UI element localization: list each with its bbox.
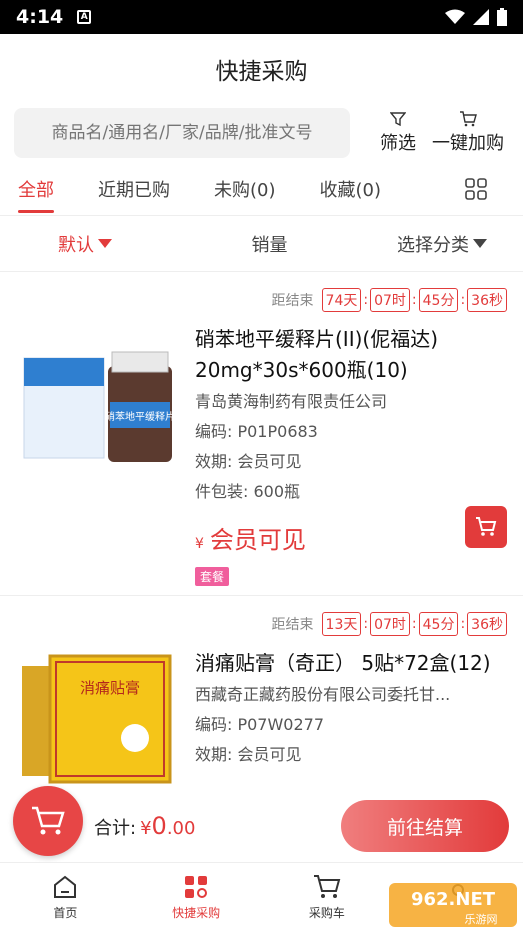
amount-integer: 0 (151, 812, 167, 840)
countdown-hours: 07时 (370, 288, 410, 312)
signal-icon (473, 9, 489, 25)
countdown-seconds: 36秒 (467, 288, 507, 312)
countdown: 距结束 74天: 07时: 45分: 36秒 (195, 272, 523, 312)
product-expiry: 效期: 会员可见 (195, 452, 302, 471)
sort-sales[interactable]: 销量 (252, 231, 288, 257)
sort-sales-label: 销量 (251, 234, 288, 256)
product-card[interactable]: 消痛贴膏 距结束 13天: 07时: 45分: 36秒 消痛贴膏（奇正） 5贴*… (0, 596, 523, 806)
product-code: 编码: P07W0277 (195, 715, 325, 734)
product-name[interactable]: 硝苯地平缓释片(II)(伲福达) 20mg*30s*600瓶(10) (195, 324, 523, 386)
quick-purchase-icon (185, 875, 208, 898)
cart-icon (476, 517, 497, 536)
product-image-label: 硝苯地平缓释片 (105, 410, 175, 423)
tab-all[interactable]: 全部 (18, 162, 54, 216)
product-image-label: 消痛贴膏 (80, 679, 140, 697)
price-symbol: ¥ (195, 536, 204, 552)
notification-a-icon: A (77, 10, 92, 24)
countdown-hours: 07时 (370, 612, 410, 636)
nav-home-label: 首页 (53, 905, 78, 920)
category-select[interactable]: 选择分类 (397, 231, 487, 257)
quick-add-label: 一键加购 (432, 133, 504, 154)
bottom-nav: 首页 快捷采购 采购车 962.NET 乐游网 (0, 862, 523, 931)
countdown-label: 距结束 (271, 293, 314, 309)
sort-row: 默认 销量 选择分类 (0, 216, 523, 272)
status-time: 4:14 (16, 6, 64, 28)
product-company: 西藏奇正藏药股份有限公司委托甘... (195, 685, 451, 704)
currency-symbol: ¥ (140, 818, 152, 839)
sort-default-label: 默认 (58, 234, 94, 256)
nav-quick-purchase[interactable]: 快捷采购 (131, 863, 262, 931)
product-company: 青岛黄海制药有限责任公司 (195, 392, 388, 411)
status-icons (445, 8, 507, 26)
checkout-bar: 合计: ¥0.00 前往结算 (0, 786, 523, 862)
quick-add-button[interactable]: 一键加购 (432, 111, 504, 155)
watermark-logo: 962.NET 乐游网 (389, 883, 517, 927)
total-label: 合计: (94, 818, 137, 839)
product-card[interactable]: 硝苯地平缓释片 距结束 74天: 07时: 45分: 36秒 硝苯地平缓释片(I… (0, 272, 523, 596)
countdown: 距结束 13天: 07时: 45分: 36秒 (195, 596, 523, 636)
wifi-icon (445, 9, 465, 24)
nav-quick-purchase-label: 快捷采购 (172, 905, 221, 920)
product-code: 编码: P01P0683 (195, 422, 318, 441)
svg-text:乐游网: 乐游网 (465, 913, 498, 926)
sort-default[interactable]: 默认 (58, 231, 112, 257)
filter-button[interactable]: 筛选 (380, 111, 416, 155)
add-to-cart-button[interactable] (465, 506, 507, 548)
product-image: 硝苯地平缓释片 (20, 338, 180, 508)
product-name[interactable]: 消痛贴膏（奇正） 5贴*72盒(12) (195, 648, 523, 679)
search-input[interactable] (14, 108, 350, 158)
grid-view-icon[interactable] (465, 178, 487, 200)
countdown-days: 74天 (321, 288, 362, 312)
page-title: 快捷采购 (215, 59, 308, 85)
filter-icon (390, 112, 406, 127)
category-select-label: 选择分类 (397, 234, 469, 256)
tab-favorites[interactable]: 收藏(0) (320, 162, 382, 216)
nav-cart[interactable]: 采购车 (262, 863, 393, 931)
countdown-minutes: 45分 (418, 612, 459, 636)
product-package: 件包装: 600瓶 (195, 482, 301, 501)
filter-label: 筛选 (380, 133, 416, 154)
price-value: 会员可见 (209, 526, 306, 554)
status-bar: 4:14 A (0, 0, 523, 34)
total-amount: ¥0.00 (140, 812, 195, 840)
search-row: 筛选 一键加购 (0, 104, 523, 162)
cart-icon (313, 874, 341, 898)
nav-home[interactable]: 首页 (0, 863, 131, 931)
dropdown-arrow-icon (473, 239, 487, 248)
countdown-seconds: 36秒 (467, 612, 507, 636)
cart-total: 合计: ¥0.00 (94, 812, 195, 840)
svg-text:962.NET: 962.NET (411, 889, 496, 910)
tab-not-purchased[interactable]: 未购(0) (214, 162, 276, 216)
product-expiry: 效期: 会员可见 (195, 745, 302, 764)
countdown-label: 距结束 (271, 617, 314, 633)
nav-cart-label: 采购车 (308, 905, 345, 920)
battery-icon (497, 8, 507, 26)
cart-icon (460, 111, 477, 127)
countdown-days: 13天 (321, 612, 362, 636)
cart-icon (32, 806, 65, 835)
cart-fab-button[interactable] (13, 786, 83, 856)
amount-decimal: .00 (166, 818, 196, 839)
tab-recent[interactable]: 近期已购 (98, 162, 170, 216)
countdown-minutes: 45分 (418, 288, 459, 312)
tab-bar: 全部 近期已购 未购(0) 收藏(0) (0, 162, 523, 216)
package-deal-badge: 套餐 (195, 567, 230, 586)
checkout-button[interactable]: 前往结算 (341, 800, 509, 852)
dropdown-arrow-icon (98, 239, 112, 248)
home-icon (54, 875, 77, 898)
